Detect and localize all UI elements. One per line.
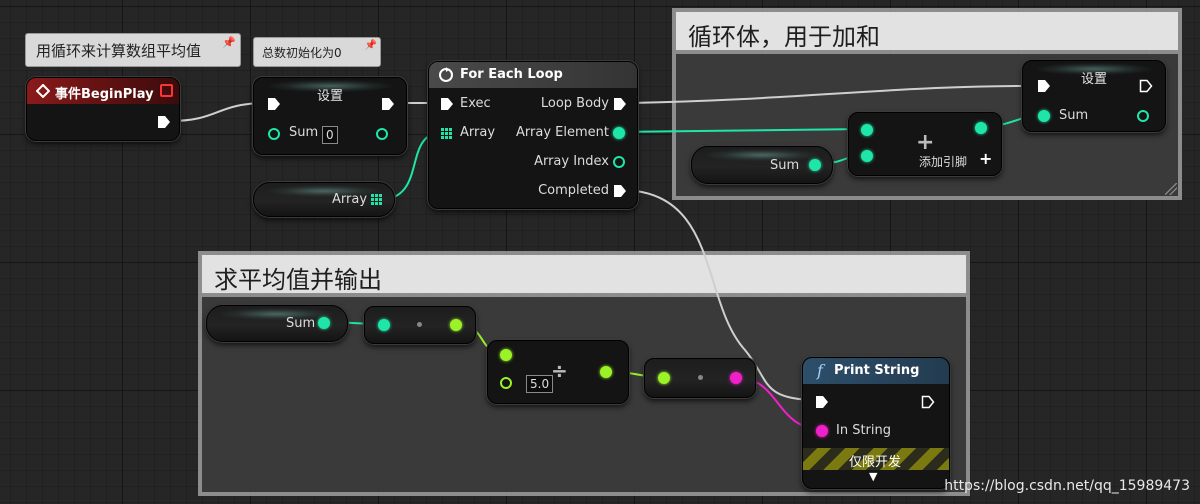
pin-label-loop-body: Loop Body (540, 96, 609, 111)
delegate-pin-icon[interactable] (160, 84, 173, 97)
divide-out-pin[interactable] (600, 366, 612, 378)
watermark: https://blog.csdn.net/qq_15989473 (944, 478, 1190, 494)
add-in-pin-a[interactable] (861, 124, 873, 136)
event-beginplay-node[interactable]: 事件BeginPlay (26, 77, 180, 141)
comment-bubble-init[interactable]: 总数初始化为0 📌 (253, 37, 381, 67)
in-string-pin[interactable] (816, 425, 828, 437)
expand-arrow-icon[interactable]: ▼ (869, 470, 877, 483)
node-title: For Each Loop (460, 67, 563, 82)
divisor-value-input[interactable]: 5.0 (526, 375, 554, 393)
exec-in-pin[interactable] (267, 97, 281, 111)
pin-label-sum: Sum (1059, 108, 1089, 123)
pin-label-exec: Exec (460, 96, 491, 111)
comment-bubble-text: 总数初始化为0 (262, 46, 342, 60)
convert-dot-icon (417, 322, 422, 327)
pin-icon[interactable]: 📌 (222, 36, 236, 49)
set-sum-loop-node[interactable]: 设置 Sum (1022, 60, 1166, 132)
array-element-out-pin[interactable] (613, 127, 625, 139)
sum-out-pin[interactable] (376, 128, 388, 140)
exec-out-pin[interactable] (1139, 79, 1153, 93)
sum-out-pin[interactable] (809, 159, 821, 171)
convert-out-pin[interactable] (450, 319, 462, 331)
sum-in-pin[interactable] (1038, 110, 1050, 122)
exec-out-pin-loop-body[interactable] (613, 97, 627, 111)
set-sum-init-node[interactable]: 设置 Sum 0 (253, 77, 407, 155)
pin-label-completed: Completed (538, 183, 609, 198)
exec-in-pin[interactable] (1037, 79, 1051, 93)
convert-out-pin[interactable] (730, 372, 742, 384)
node-title: 事件BeginPlay (55, 87, 154, 102)
node-title: Print String (834, 363, 920, 378)
exec-out-pin[interactable] (381, 97, 395, 111)
convert-in-pin[interactable] (658, 372, 670, 384)
array-out-pin-icon[interactable] (371, 194, 382, 205)
variable-label: Sum (770, 158, 800, 173)
print-string-node[interactable]: f Print String In String 仅限开发 ▼ (802, 357, 950, 489)
divide-in-pin-a[interactable] (500, 349, 512, 361)
add-node[interactable]: + 添加引脚 + (848, 112, 1002, 176)
add-in-pin-b[interactable] (861, 150, 873, 162)
divide-operator-icon: ÷ (551, 359, 568, 383)
pin-icon[interactable]: 📌 (365, 40, 377, 51)
pin-label-sum: Sum (289, 125, 319, 140)
divide-node[interactable]: ÷ 5.0 (487, 340, 629, 404)
convert-dot-icon (698, 375, 703, 380)
sum-in-pin[interactable] (268, 128, 280, 140)
comment-bubble-text: 用循环来计算数组平均值 (36, 42, 202, 60)
sum-variable-getter-loop[interactable]: Sum (691, 146, 833, 184)
node-glow (221, 308, 333, 320)
sum-out-pin[interactable] (318, 317, 330, 329)
add-operator-icon: + (916, 130, 935, 155)
convert-float-to-string-node[interactable] (644, 358, 756, 398)
add-pin-label[interactable]: 添加引脚 (919, 153, 967, 170)
sum-out-pin[interactable] (1137, 110, 1149, 122)
variable-label: Array (332, 192, 368, 207)
variable-label: Sum (286, 316, 316, 331)
event-diamond-icon (36, 84, 50, 98)
node-glow (706, 149, 818, 161)
array-variable-getter[interactable]: Array (253, 182, 395, 217)
add-pin-plus-icon[interactable]: + (979, 149, 992, 168)
array-in-pin-icon[interactable] (441, 128, 452, 139)
function-icon: f (817, 361, 823, 380)
pin-label-array-element: Array Element (516, 125, 609, 140)
for-each-loop-node[interactable]: For Each Loop Exec Array Loop Body Array… (428, 61, 638, 209)
pin-label-array-index: Array Index (534, 154, 609, 169)
pin-label-array: Array (460, 125, 496, 140)
sum-variable-getter-average[interactable]: Sum (206, 305, 348, 342)
convert-int-to-float-node[interactable] (364, 306, 476, 344)
pin-label-in-string: In String (836, 423, 892, 438)
exec-out-pin-completed[interactable] (613, 184, 627, 198)
exec-in-pin[interactable] (440, 97, 454, 111)
loop-icon (439, 67, 453, 82)
exec-wire (625, 84, 1041, 104)
data-wire (617, 128, 867, 133)
sum-default-value-input[interactable]: 0 (322, 126, 338, 144)
array-index-out-pin[interactable] (613, 156, 625, 168)
exec-out-pin[interactable] (157, 115, 171, 129)
development-only-label: 仅限开发 (849, 455, 902, 470)
exec-in-pin[interactable] (815, 395, 829, 409)
exec-out-pin[interactable] (921, 395, 935, 409)
comment-bubble-main[interactable]: 用循环来计算数组平均值 📌 (25, 33, 241, 67)
convert-in-pin[interactable] (378, 319, 390, 331)
add-out-pin[interactable] (975, 122, 987, 134)
divide-in-pin-b[interactable] (500, 377, 512, 389)
